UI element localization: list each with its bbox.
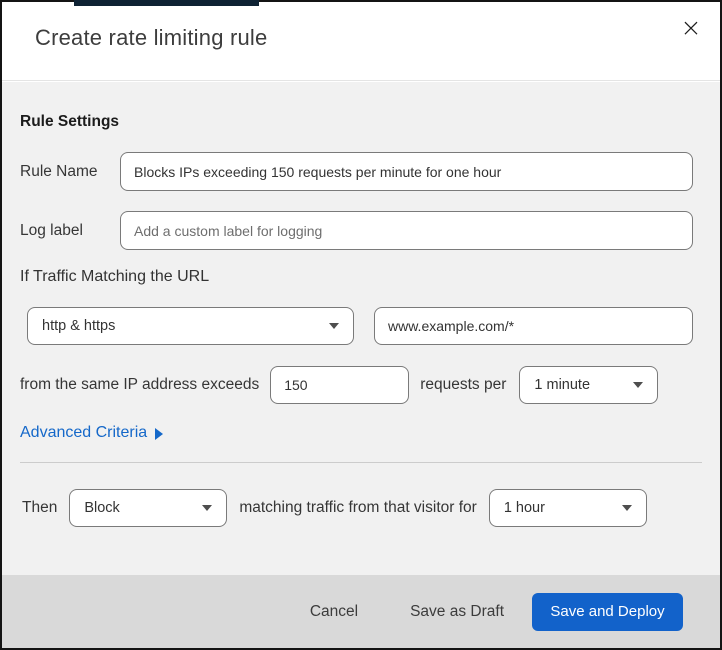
action-select[interactable]: Block (69, 489, 228, 527)
save-and-deploy-button[interactable]: Save and Deploy (532, 592, 683, 631)
modal-footer: Cancel Save as Draft Save and Deploy (2, 575, 720, 648)
close-button[interactable]: × (674, 10, 708, 44)
create-rate-limit-modal: Create rate limiting rule × Rule Setting… (0, 0, 722, 650)
rule-name-label: Rule Name (20, 162, 98, 180)
cancel-button[interactable]: Cancel (300, 595, 368, 629)
modal-header: Create rate limiting rule × (2, 2, 720, 81)
close-icon: × (680, 12, 702, 42)
section-divider (20, 462, 702, 463)
chevron-down-icon (202, 505, 213, 511)
chevron-down-icon (621, 505, 632, 511)
period-select[interactable]: 1 minute (519, 366, 659, 404)
action-middle-label: matching traffic from that visitor for (239, 499, 477, 516)
action-prefix-label: Then (22, 499, 58, 516)
log-label-label: Log label (20, 221, 83, 239)
save-as-draft-button[interactable]: Save as Draft (400, 595, 514, 629)
action-row: Then Block matching traffic from that vi… (2, 489, 720, 527)
action-select-value: Block (84, 500, 120, 516)
rule-name-input[interactable] (120, 152, 693, 191)
rule-name-row: Rule Name (2, 152, 720, 191)
advanced-criteria-label: Advanced Criteria (20, 424, 148, 441)
log-label-input[interactable] (120, 211, 693, 250)
chevron-down-icon (329, 323, 339, 329)
triangle-right-icon (155, 428, 164, 440)
log-label-row: Log label (2, 211, 720, 250)
scheme-select-value: http & https (42, 318, 116, 334)
top-edge-bar (74, 0, 259, 6)
period-select-value: 1 minute (534, 377, 591, 393)
url-input[interactable] (374, 307, 693, 345)
scheme-select[interactable]: http & https (27, 307, 354, 345)
traffic-match-heading: If Traffic Matching the URL (20, 268, 210, 285)
duration-select-value: 1 hour (503, 500, 545, 516)
duration-select[interactable]: 1 hour (488, 489, 647, 527)
threshold-prefix-label: from the same IP address exceeds (20, 376, 260, 393)
threshold-middle-label: requests per (420, 376, 507, 393)
modal-body: Rule Settings Rule Name Log label If Tra… (2, 82, 720, 575)
dialog-title: Create rate limiting rule (35, 25, 268, 50)
chevron-down-icon (633, 382, 644, 388)
traffic-match-row: http & https (2, 307, 720, 345)
requests-count-input[interactable] (270, 366, 410, 404)
advanced-criteria-link[interactable]: Advanced Criteria (20, 424, 164, 442)
section-heading: Rule Settings (20, 113, 120, 130)
threshold-row: from the same IP address exceeds request… (2, 366, 720, 404)
